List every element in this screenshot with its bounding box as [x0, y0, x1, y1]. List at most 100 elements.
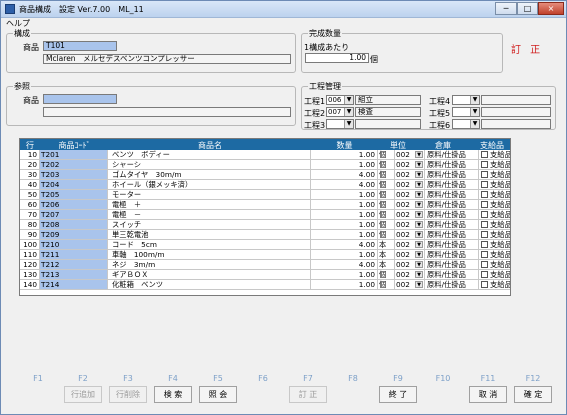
supplies-checkbox[interactable]	[481, 151, 488, 158]
maximize-button[interactable]: □	[517, 2, 538, 15]
cell-supplies[interactable]: 支給品	[479, 260, 510, 269]
table-row[interactable]: 140 T214 化粧箱 ベンツ 1.00 個 002 ▼ 原料/仕掛品 支給品	[20, 280, 510, 290]
supplies-checkbox[interactable]	[481, 211, 488, 218]
process5-select[interactable]: ▼	[452, 107, 480, 117]
table-row[interactable]: 30 T203 ゴムタイヤ 30m/m 4.00 個 002 ▼ 原料/仕掛品 支給品	[20, 170, 510, 180]
table-row[interactable]: 100 T210 コード 5cm 4.00 本 002 ▼ 原料/仕掛品 支給品	[20, 240, 510, 250]
process1-select[interactable]: 006 ▼	[326, 95, 354, 105]
supplies-checkbox[interactable]	[481, 271, 488, 278]
cell-qty-input[interactable]: 4.00	[311, 240, 378, 249]
cell-supplies[interactable]: 支給品	[479, 180, 510, 189]
table-row[interactable]: 40 T204 ホイール（銀メッキ済） 4.00 個 002 ▼ 原料/仕掛品 支給品	[20, 180, 510, 190]
cell-qty-input[interactable]: 4.00	[311, 260, 378, 269]
cell-code-input[interactable]: T212	[40, 260, 108, 269]
process4-select[interactable]: ▼	[452, 95, 480, 105]
cell-warehouse-select[interactable]: 002 ▼	[395, 220, 425, 229]
cell-code-input[interactable]: T208	[40, 220, 108, 229]
cell-qty-input[interactable]: 1.00	[311, 150, 378, 159]
cell-qty-input[interactable]: 1.00	[311, 250, 378, 259]
fkey-f5-button[interactable]: 照 会	[199, 386, 237, 403]
table-row[interactable]: 70 T207 電極 － 1.00 個 002 ▼ 原料/仕掛品 支給品	[20, 210, 510, 220]
cell-code-input[interactable]: T213	[40, 270, 108, 279]
cell-warehouse-select[interactable]: 002 ▼	[395, 150, 425, 159]
table-row[interactable]: 130 T213 ギアＢＯＸ 1.00 個 002 ▼ 原料/仕掛品 支給品	[20, 270, 510, 280]
process6-select[interactable]: ▼	[452, 119, 480, 129]
title-bar[interactable]: 商品構成 設定 Ver.7.00 ML_11 ─ □ ×	[1, 1, 566, 18]
cell-code-input[interactable]: T207	[40, 210, 108, 219]
cell-warehouse-select[interactable]: 002 ▼	[395, 260, 425, 269]
fkey-f3-button[interactable]: 行削除	[109, 386, 147, 403]
supplies-checkbox[interactable]	[481, 221, 488, 228]
supplies-checkbox[interactable]	[481, 191, 488, 198]
fkey-f4-button[interactable]: 検 索	[154, 386, 192, 403]
table-row[interactable]: 10 T201 ベンツ ボディー 1.00 個 002 ▼ 原料/仕掛品 支給品	[20, 150, 510, 160]
kansei-qty-input[interactable]: 1.00	[305, 53, 369, 63]
cell-supplies[interactable]: 支給品	[479, 280, 510, 289]
cell-code-input[interactable]: T206	[40, 200, 108, 209]
cell-code-input[interactable]: T214	[40, 280, 108, 289]
minimize-button[interactable]: ─	[495, 2, 517, 15]
cell-warehouse-select[interactable]: 002 ▼	[395, 180, 425, 189]
process2-select[interactable]: 007 ▼	[326, 107, 354, 117]
cell-warehouse-select[interactable]: 002 ▼	[395, 240, 425, 249]
cell-warehouse-select[interactable]: 002 ▼	[395, 170, 425, 179]
table-row[interactable]: 110 T211 車軸 100m/m 1.00 本 002 ▼ 原料/仕掛品 支給品	[20, 250, 510, 260]
cell-warehouse-select[interactable]: 002 ▼	[395, 250, 425, 259]
cell-warehouse-select[interactable]: 002 ▼	[395, 190, 425, 199]
cell-supplies[interactable]: 支給品	[479, 160, 510, 169]
cell-supplies[interactable]: 支給品	[479, 270, 510, 279]
cell-supplies[interactable]: 支給品	[479, 210, 510, 219]
process3-select[interactable]: ▼	[326, 119, 354, 129]
kousei-product-code-input[interactable]: T101	[43, 41, 117, 51]
cell-supplies[interactable]: 支給品	[479, 220, 510, 229]
cell-supplies[interactable]: 支給品	[479, 190, 510, 199]
cell-code-input[interactable]: T211	[40, 250, 108, 259]
supplies-checkbox[interactable]	[481, 201, 488, 208]
cell-qty-input[interactable]: 1.00	[311, 280, 378, 289]
sanshou-product-code-input[interactable]	[43, 94, 117, 104]
supplies-checkbox[interactable]	[481, 161, 488, 168]
table-row[interactable]: 120 T212 ネジ 3m/m 4.00 本 002 ▼ 原料/仕掛品 支給品	[20, 260, 510, 270]
cell-qty-input[interactable]: 1.00	[311, 230, 378, 239]
cell-warehouse-select[interactable]: 002 ▼	[395, 280, 425, 289]
supplies-checkbox[interactable]	[481, 251, 488, 258]
cell-warehouse-select[interactable]: 002 ▼	[395, 230, 425, 239]
supplies-checkbox[interactable]	[481, 171, 488, 178]
cell-supplies[interactable]: 支給品	[479, 200, 510, 209]
table-row[interactable]: 90 T209 単三乾電池 1.00 個 002 ▼ 原料/仕掛品 支給品	[20, 230, 510, 240]
table-row[interactable]: 50 T205 モーター 1.00 個 002 ▼ 原料/仕掛品 支給品	[20, 190, 510, 200]
cell-qty-input[interactable]: 1.00	[311, 200, 378, 209]
cell-code-input[interactable]: T203	[40, 170, 108, 179]
cell-code-input[interactable]: T202	[40, 160, 108, 169]
cell-warehouse-select[interactable]: 002 ▼	[395, 200, 425, 209]
supplies-checkbox[interactable]	[481, 281, 488, 288]
table-row[interactable]: 20 T202 シャーシ 1.00 個 002 ▼ 原料/仕掛品 支給品	[20, 160, 510, 170]
supplies-checkbox[interactable]	[481, 241, 488, 248]
cell-code-input[interactable]: T204	[40, 180, 108, 189]
close-button[interactable]: ×	[538, 2, 564, 15]
cell-qty-input[interactable]: 1.00	[311, 220, 378, 229]
fkey-f9-button[interactable]: 終 了	[379, 386, 417, 403]
cell-warehouse-select[interactable]: 002 ▼	[395, 160, 425, 169]
cell-supplies[interactable]: 支給品	[479, 230, 510, 239]
fkey-f12-button[interactable]: 確 定	[514, 386, 552, 403]
cell-warehouse-select[interactable]: 002 ▼	[395, 270, 425, 279]
supplies-checkbox[interactable]	[481, 181, 488, 188]
fkey-f11-button[interactable]: 取 消	[469, 386, 507, 403]
cell-supplies[interactable]: 支給品	[479, 150, 510, 159]
fkey-f7-button[interactable]: 訂 正	[289, 386, 327, 403]
supplies-checkbox[interactable]	[481, 231, 488, 238]
cell-supplies[interactable]: 支給品	[479, 170, 510, 179]
table-row[interactable]: 80 T208 スイッチ 1.00 個 002 ▼ 原料/仕掛品 支給品	[20, 220, 510, 230]
cell-code-input[interactable]: T209	[40, 230, 108, 239]
cell-qty-input[interactable]: 4.00	[311, 170, 378, 179]
fkey-f2-button[interactable]: 行追加	[64, 386, 102, 403]
cell-warehouse-select[interactable]: 002 ▼	[395, 210, 425, 219]
cell-code-input[interactable]: T210	[40, 240, 108, 249]
supplies-checkbox[interactable]	[481, 261, 488, 268]
cell-qty-input[interactable]: 1.00	[311, 210, 378, 219]
cell-qty-input[interactable]: 1.00	[311, 160, 378, 169]
cell-qty-input[interactable]: 4.00	[311, 180, 378, 189]
table-row[interactable]: 60 T206 電極 ＋ 1.00 個 002 ▼ 原料/仕掛品 支給品	[20, 200, 510, 210]
cell-qty-input[interactable]: 1.00	[311, 190, 378, 199]
